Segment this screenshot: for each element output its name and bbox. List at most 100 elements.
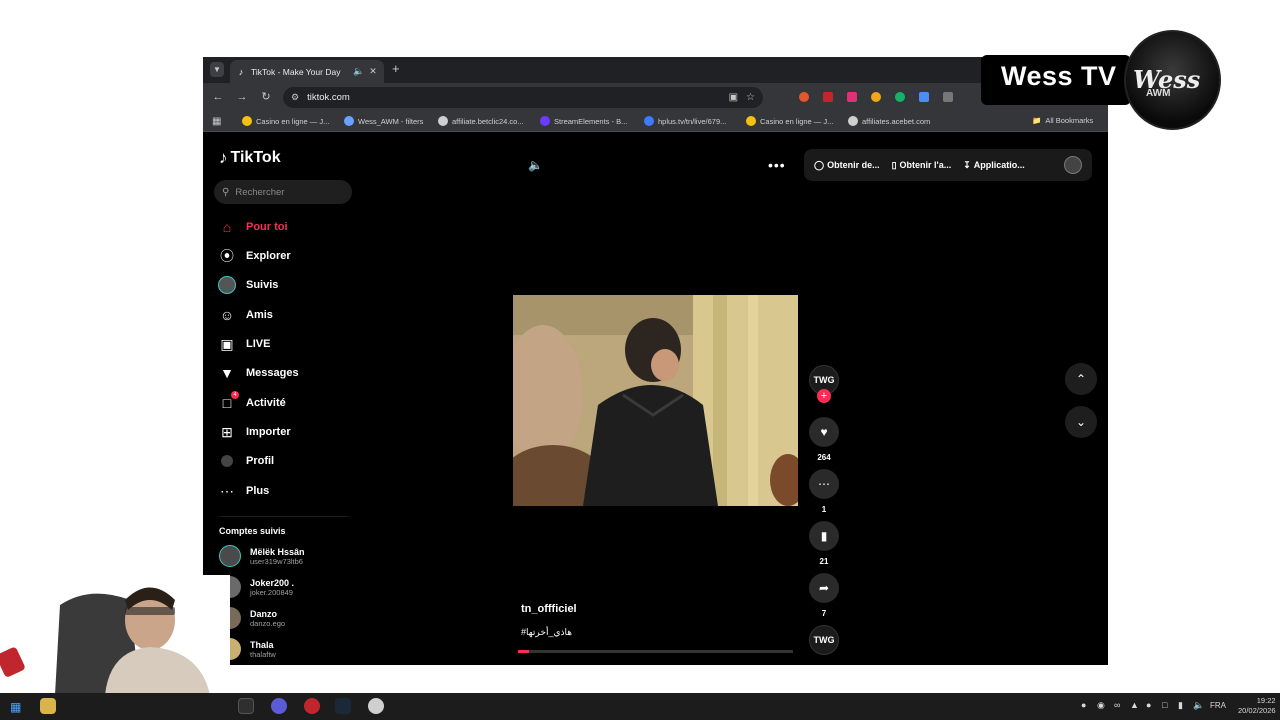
search-icon: ⚲ (222, 186, 230, 198)
share-action[interactable]: ➦ 7 (809, 573, 839, 618)
nav-pour-toi[interactable]: ⌂ Pour toi (219, 217, 288, 237)
bookmark-item[interactable]: hplus.tv/tn/live/679... (644, 116, 726, 126)
coin-icon: ◯ (814, 159, 825, 170)
extension-icon[interactable] (847, 92, 857, 102)
heart-icon[interactable]: ♥ (809, 417, 839, 447)
save-action[interactable]: ▮ 21 (809, 521, 839, 566)
more-options-icon[interactable]: ••• (768, 157, 786, 173)
star-icon[interactable]: ☆ (746, 92, 755, 103)
tab-bar: ▼ ♪ TikTok - Make Your Day 🔈 ✕ + (203, 57, 1108, 83)
messages-icon: ▼ (220, 365, 234, 381)
extension-icon[interactable] (871, 92, 881, 102)
app-icon[interactable] (368, 698, 384, 714)
webcam-image (0, 575, 230, 695)
url-text[interactable]: tiktok.com (307, 92, 721, 103)
reload-icon[interactable]: ↻ (259, 90, 273, 104)
get-app-button[interactable]: ▯ Obtenir l'a... (892, 160, 952, 171)
top-action-bar: ◯ Obtenir de... ▯ Obtenir l'a... ↧ Applicat… (804, 149, 1092, 181)
bookmark-item[interactable]: StreamElements - B... (540, 116, 627, 126)
tab-tiktok[interactable]: ♪ TikTok - Make Your Day 🔈 ✕ (230, 60, 384, 83)
all-bookmarks-button[interactable]: 📁 All Bookmarks (1032, 116, 1093, 125)
nav-plus[interactable]: ⋯ Plus (219, 481, 269, 501)
video-progress-bar[interactable] (518, 650, 793, 653)
download-app-button[interactable]: ↧ Applicatio... (963, 160, 1025, 171)
nav-profil[interactable]: Profil (219, 451, 274, 471)
video-author[interactable]: tn_offficiel (521, 603, 577, 615)
nav-explorer[interactable]: ⦿ Explorer (219, 246, 291, 266)
tray-icon[interactable]: ∞ (1114, 700, 1120, 710)
chevron-up-icon[interactable]: ⌃ (1065, 363, 1097, 395)
sound-avatar[interactable]: TWG (809, 625, 839, 655)
extension-icon[interactable] (919, 92, 929, 102)
tiktok-logo[interactable]: ♪ TikTok (219, 148, 281, 168)
followed-account[interactable]: Mëlëk Hssân user319w73ltb6 (219, 545, 305, 567)
forward-arrow-icon[interactable]: → (235, 90, 249, 104)
volume-icon[interactable]: 🔈 (528, 158, 543, 172)
nav-live[interactable]: ▣ LIVE (219, 334, 270, 354)
bookmark-icon[interactable]: ▮ (809, 521, 839, 551)
follow-button[interactable]: + (817, 389, 831, 403)
get-coins-button[interactable]: ◯ Obtenir de... (814, 160, 880, 171)
comment-action[interactable]: ⋯ 1 (809, 469, 839, 514)
steam-icon[interactable] (335, 698, 351, 714)
chevron-down-icon[interactable]: ⌄ (1065, 406, 1097, 438)
home-icon: ⌂ (222, 219, 232, 235)
followed-account[interactable]: Joker200 . joker.200849 (219, 576, 294, 598)
bookmark-favicon-icon (540, 116, 550, 126)
volume-tray-icon[interactable]: 🔈 (1193, 700, 1204, 711)
like-count: 264 (817, 453, 831, 462)
friends-icon: ☺ (219, 307, 235, 323)
bookmark-item[interactable]: Casino en ligne — J... (242, 116, 329, 126)
avatar (219, 545, 241, 567)
folder-icon: 📁 (1032, 116, 1042, 125)
chrome-icon[interactable] (304, 698, 320, 714)
input-language[interactable]: FRA (1210, 701, 1226, 710)
share-icon[interactable]: ➦ (809, 573, 839, 603)
globe-icon (848, 116, 858, 126)
extension-icon[interactable] (895, 92, 905, 102)
apps-grid-icon[interactable]: ▦ (212, 116, 221, 127)
nav-amis[interactable]: ☺ Amis (219, 305, 273, 325)
nav-suivis[interactable]: Suivis (218, 275, 278, 295)
tray-icon[interactable]: ▲ (1130, 700, 1139, 710)
file-explorer-icon[interactable] (40, 698, 56, 714)
nav-messages[interactable]: ▼ Messages (219, 363, 299, 383)
speaker-icon[interactable]: 🔈 (353, 66, 364, 77)
bookmark-item[interactable]: affiliate.betclic24.co... (438, 116, 524, 126)
extensions-puzzle-icon[interactable] (943, 92, 953, 102)
install-app-icon[interactable]: ▣ (729, 92, 738, 103)
close-icon[interactable]: ✕ (368, 66, 378, 77)
windows-start-icon[interactable]: ▦ (10, 700, 21, 714)
bookmarks-bar: ▦ Casino en ligne — J... Wess_AWM - filt… (203, 112, 1108, 132)
discord-tray-icon[interactable]: ◉ (1097, 700, 1105, 711)
clock[interactable]: 19:22 20/02/2026 (1238, 696, 1276, 716)
like-action[interactable]: ♥ 264 (809, 417, 839, 462)
search-box[interactable]: ⚲ (214, 180, 352, 204)
tray-icon[interactable]: ● (1081, 700, 1086, 710)
bookmark-favicon-icon (644, 116, 654, 126)
tab-search-button[interactable]: ▼ (210, 62, 224, 77)
back-arrow-icon[interactable]: ← (211, 90, 225, 104)
address-bar[interactable]: ⚙ tiktok.com ▣ ☆ (283, 87, 763, 108)
terminal-icon[interactable] (238, 698, 254, 714)
bookmark-item[interactable]: Casino en ligne — J... (746, 116, 833, 126)
new-tab-button[interactable]: + (392, 62, 400, 76)
battery-icon[interactable]: ▮ (1178, 700, 1183, 711)
comment-icon[interactable]: ⋯ (809, 469, 839, 499)
windows-taskbar: ▦ ● ◉ ∞ ▲ ● □ ▮ 🔈 FRA 19:22 20/02/2026 (0, 693, 1280, 720)
nav-importer[interactable]: ⊞ Importer (219, 422, 291, 442)
bookmark-item[interactable]: Wess_AWM - filters (344, 116, 423, 126)
profile-avatar[interactable] (1064, 156, 1082, 174)
extension-icon[interactable] (799, 92, 809, 102)
video-caption[interactable]: #هاذي_أخرتها (521, 627, 572, 638)
video-player[interactable] (513, 295, 798, 506)
extension-icon[interactable] (823, 92, 833, 102)
nav-activite[interactable]: □ 4 Activité (219, 391, 286, 413)
network-icon[interactable]: □ (1162, 700, 1167, 710)
bookmark-item[interactable]: affiliates.acebet.com (848, 116, 930, 126)
site-info-icon[interactable]: ⚙ (291, 92, 299, 103)
search-input[interactable] (235, 186, 336, 198)
microphone-icon[interactable]: ● (1146, 700, 1151, 710)
tiktok-note-icon: ♪ (219, 148, 228, 167)
obs-icon[interactable] (271, 698, 287, 714)
